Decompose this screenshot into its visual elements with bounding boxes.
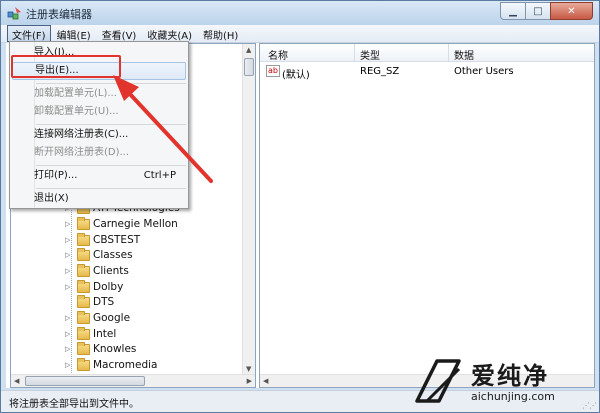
column-header-type[interactable]: 类型 <box>360 47 380 62</box>
menu-item-label: 打印(P)... <box>34 170 78 181</box>
title-bar[interactable]: 注册表编辑器 ▁ □ ✕ <box>1 1 599 25</box>
tree-item-label: Intel <box>93 328 117 340</box>
minimize-button[interactable]: ▁ <box>500 2 526 20</box>
menu-item-shortcut: Ctrl+P <box>143 170 176 181</box>
window-controls: ▁ □ ✕ <box>500 2 593 20</box>
folder-icon <box>77 247 90 261</box>
value-data: Other Users <box>454 66 514 77</box>
menu-item-unload-hive[interactable]: 卸载配置单元(U)... <box>12 103 186 121</box>
tree-item[interactable]: ▷ Carnegie Mellon <box>65 216 178 232</box>
scroll-down-arrow-icon[interactable]: ▼ <box>246 365 251 373</box>
aichunjing-logo-icon <box>415 359 461 403</box>
tree-item[interactable]: ▷ Intel <box>65 326 116 342</box>
table-row[interactable]: ab (默认) REG_SZ Other Users <box>260 64 594 81</box>
scroll-left-arrow-icon[interactable]: ◀ <box>14 377 19 385</box>
watermark-brand: 爱纯净 <box>471 362 549 390</box>
expand-arrow-icon[interactable]: ▷ <box>65 345 75 353</box>
tree-item-label: DTS <box>93 296 115 308</box>
string-value-icon: ab <box>266 65 280 77</box>
watermark-url: aichunjing.com <box>471 390 555 403</box>
folder-icon <box>77 294 90 308</box>
tree-item[interactable]: DTS <box>65 294 114 310</box>
tree-item-label: Macromedia <box>93 359 158 371</box>
list-header: 名称 类型 数据 <box>260 44 594 62</box>
menu-item-connect-network-registry[interactable]: 连接网络注册表(C)... <box>12 126 186 144</box>
expand-arrow-icon[interactable]: ▷ <box>65 267 75 275</box>
menu-help[interactable]: 帮助(H) <box>198 25 243 42</box>
expand-arrow-icon[interactable]: ▷ <box>65 361 75 369</box>
folder-icon <box>77 326 90 340</box>
menu-item-label: 卸载配置单元(U)... <box>34 106 119 117</box>
menu-edit[interactable]: 编辑(E) <box>52 25 96 42</box>
tree-item[interactable]: ▷ CBSTEST <box>65 232 140 248</box>
tree-item-label: CBSTEST <box>93 234 141 246</box>
tree-item[interactable]: ▷ Google <box>65 310 130 326</box>
column-header-data[interactable]: 数据 <box>454 47 474 62</box>
menu-item-load-hive[interactable]: 加载配置单元(L)... <box>12 85 186 103</box>
menu-item-disconnect-network-registry[interactable]: 断开网络注册表(D)... <box>12 144 186 162</box>
tree-horizontal-scrollbar[interactable]: ◀ ▶ <box>11 374 255 387</box>
registry-editor-icon <box>7 7 21 20</box>
window-title: 注册表编辑器 <box>26 8 92 21</box>
scroll-up-arrow-icon[interactable]: ▲ <box>246 46 251 54</box>
scroll-right-arrow-icon[interactable]: ▶ <box>247 377 252 385</box>
menu-separator <box>36 83 186 84</box>
expand-arrow-icon[interactable]: ▷ <box>65 314 75 322</box>
expand-arrow-icon[interactable]: ▷ <box>65 330 75 338</box>
expand-arrow-icon[interactable]: ▷ <box>65 236 75 244</box>
tree-item-label: Knowles <box>93 343 137 355</box>
menu-favorites[interactable]: 收藏夹(A) <box>142 25 197 42</box>
watermark: 爱纯净 aichunjing.com <box>405 353 600 411</box>
tree-vertical-scrollbar[interactable]: ▲ ▼ <box>242 44 255 375</box>
folder-icon <box>77 357 90 371</box>
tree-item[interactable]: ▷ Dolby <box>65 279 123 295</box>
column-divider[interactable] <box>354 44 355 62</box>
annotation-highlight-box <box>11 55 121 78</box>
menu-separator <box>36 165 186 166</box>
folder-icon <box>77 232 90 246</box>
menu-file[interactable]: 文件(F) <box>7 25 51 42</box>
menu-item-label: 退出(X) <box>34 193 69 204</box>
scrollbar-thumb[interactable] <box>244 58 254 76</box>
menu-item-exit[interactable]: 退出(X) <box>12 190 186 208</box>
value-type: REG_SZ <box>360 66 400 77</box>
tree-item-label: Google <box>93 312 131 324</box>
status-text: 将注册表全部导出到文件中。 <box>9 399 139 410</box>
folder-icon <box>77 263 90 277</box>
tree-item[interactable]: ▷ Clients <box>65 263 129 279</box>
column-divider[interactable] <box>448 44 449 62</box>
tree-item-label: Clients <box>93 265 129 277</box>
tree-item-label: Dolby <box>93 281 124 293</box>
close-button[interactable]: ✕ <box>550 2 593 20</box>
folder-icon <box>77 279 90 293</box>
column-header-name[interactable]: 名称 <box>268 47 288 62</box>
folder-icon <box>77 310 90 324</box>
maximize-button[interactable]: □ <box>525 2 551 20</box>
tree-item-label: Classes <box>93 249 133 261</box>
expand-arrow-icon[interactable]: ▷ <box>65 251 75 259</box>
menu-item-print[interactable]: 打印(P)... Ctrl+P <box>12 167 186 185</box>
menu-separator <box>36 124 186 125</box>
tree-item[interactable]: ▷ Classes <box>65 247 133 263</box>
scrollbar-thumb[interactable] <box>25 376 145 386</box>
folder-icon <box>77 216 90 230</box>
registry-values-pane[interactable]: 名称 类型 数据 ab (默认) REG_SZ Other Users ◀ <box>259 43 595 388</box>
menu-item-label: 加载配置单元(L)... <box>34 88 117 99</box>
menu-view[interactable]: 查看(V) <box>97 25 142 42</box>
value-name: (默认) <box>282 70 310 81</box>
expand-arrow-icon[interactable]: ▷ <box>65 220 75 228</box>
tree-item[interactable]: ▷ Macromedia <box>65 357 157 373</box>
menu-item-label: 连接网络注册表(C)... <box>34 129 129 140</box>
tree-item[interactable]: ▷ Knowles <box>65 341 136 357</box>
tree-item-label: Carnegie Mellon <box>93 218 178 230</box>
menu-item-label: 断开网络注册表(D)... <box>34 147 130 158</box>
menu-separator <box>36 188 186 189</box>
scroll-left-arrow-icon[interactable]: ◀ <box>263 377 268 385</box>
registry-editor-window: 注册表编辑器 ▁ □ ✕ 文件(F) 编辑(E) 查看(V) 收藏夹(A) 帮助… <box>0 0 600 413</box>
folder-icon <box>77 341 90 355</box>
expand-arrow-icon[interactable]: ▷ <box>65 283 75 291</box>
